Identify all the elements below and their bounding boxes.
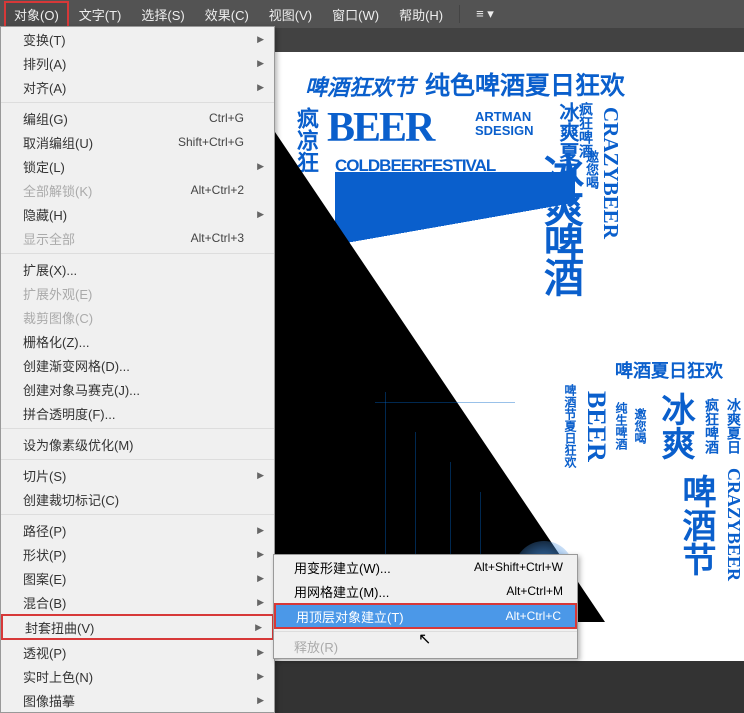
menu-帮助(H)[interactable]: 帮助(H) <box>389 1 453 28</box>
item-形状(P)[interactable]: 形状(P) <box>1 542 274 566</box>
art-sub1: ARTMAN <box>475 110 531 123</box>
menu-窗口(W)[interactable]: 窗口(W) <box>322 1 389 28</box>
r-c3: 邀您喝 <box>632 384 649 468</box>
menu-对象(O)[interactable]: 对象(O) <box>4 1 69 28</box>
item-栅格化(Z)...[interactable]: 栅格化(Z)... <box>1 329 274 353</box>
item-扩展外观(E): 扩展外观(E) <box>1 281 274 305</box>
item-透视(P)[interactable]: 透视(P) <box>1 640 274 664</box>
item-图像描摹[interactable]: 图像描摹 <box>1 688 274 712</box>
item-排列(A)[interactable]: 排列(A) <box>1 51 274 75</box>
item-隐藏(H)[interactable]: 隐藏(H) <box>1 202 274 226</box>
menu-视图(V)[interactable]: 视图(V) <box>259 1 322 28</box>
item-混合(B)[interactable]: 混合(B) <box>1 590 274 614</box>
menu-文字(T)[interactable]: 文字(T) <box>69 1 132 28</box>
item-路径(P)[interactable]: 路径(P) <box>1 518 274 542</box>
r-beer: BEER <box>581 384 611 468</box>
r-crazy: CRAZYBEER <box>723 468 744 581</box>
menu-选择(S)[interactable]: 选择(S) <box>131 1 194 28</box>
workspace-switcher[interactable]: ≡ ▾ <box>466 2 504 26</box>
item-封套扭曲(V)[interactable]: 封套扭曲(V) <box>1 614 274 640</box>
r-big1: 冰爽 <box>651 384 700 468</box>
item-图案(E)[interactable]: 图案(E) <box>1 566 274 590</box>
item-裁剪图像(C): 裁剪图像(C) <box>1 305 274 329</box>
item-创建渐变网格(D)...[interactable]: 创建渐变网格(D)... <box>1 353 274 377</box>
menu-效果(C)[interactable]: 效果(C) <box>195 1 259 28</box>
item-变换(T)[interactable]: 变换(T) <box>1 27 274 51</box>
item-用变形建立(W)...[interactable]: 用变形建立(W)...Alt+Shift+Ctrl+W <box>274 555 577 579</box>
item-全部解锁(K): 全部解锁(K)Alt+Ctrl+2 <box>1 178 274 202</box>
item-用网格建立(M)...[interactable]: 用网格建立(M)...Alt+Ctrl+M <box>274 579 577 603</box>
item-释放(R): 释放(R) <box>274 634 577 658</box>
item-用顶层对象建立(T)[interactable]: 用顶层对象建立(T)Alt+Ctrl+C <box>274 603 577 629</box>
object-menu[interactable]: 变换(T)排列(A)对齐(A) 编组(G)Ctrl+G取消编组(U)Shift+C… <box>0 26 275 713</box>
r-c2: 纯生啤酒 <box>613 384 630 468</box>
item-扩展(X)...[interactable]: 扩展(X)... <box>1 257 274 281</box>
item-锁定(L)[interactable]: 锁定(L) <box>1 154 274 178</box>
item-创建裁切标记(C)[interactable]: 创建裁切标记(C) <box>1 487 274 511</box>
item-设为像素级优化(M)[interactable]: 设为像素级优化(M) <box>1 432 274 456</box>
r-big2: 啤酒节 <box>672 468 721 581</box>
art-title: 啤酒狂欢节 <box>305 77 415 99</box>
envelope-submenu[interactable]: 用变形建立(W)...Alt+Shift+Ctrl+W用网格建立(M)...Al… <box>273 554 578 659</box>
item-编组(G)[interactable]: 编组(G)Ctrl+G <box>1 106 274 130</box>
item-实时上色(N)[interactable]: 实时上色(N) <box>1 664 274 688</box>
r-c4: 疯狂啤酒 <box>702 384 722 468</box>
item-创建对象马赛克(J)...[interactable]: 创建对象马赛克(J)... <box>1 377 274 401</box>
r-title: 啤酒夏日狂欢 <box>594 362 744 380</box>
item-对齐(A)[interactable]: 对齐(A) <box>1 75 274 99</box>
item-切片(S)[interactable]: 切片(S) <box>1 463 274 487</box>
r-c5: 冰爽夏日 <box>724 384 744 468</box>
art-subtitle: 纯色啤酒夏日狂欢 <box>425 74 625 99</box>
r-c1: 啤酒节夏日狂欢 <box>562 384 579 468</box>
item-显示全部: 显示全部Alt+Ctrl+3 <box>1 226 274 250</box>
item-取消编组(U)[interactable]: 取消编组(U)Shift+Ctrl+G <box>1 130 274 154</box>
item-拼合透明度(F)...[interactable]: 拼合透明度(F)... <box>1 401 274 425</box>
